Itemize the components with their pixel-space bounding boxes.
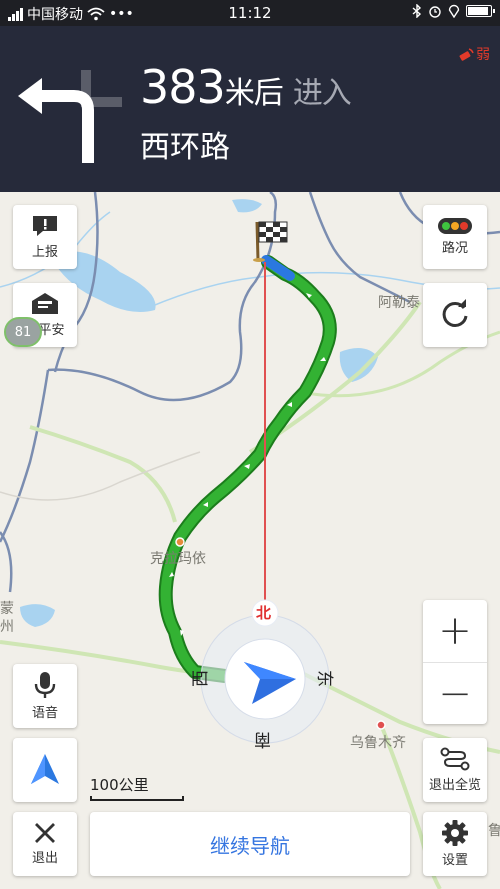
nearby-badge[interactable]: 81 (4, 317, 42, 347)
exit-label: 退出 (31, 851, 58, 866)
report-label: 上报 (31, 245, 58, 260)
gps-weak-indicator: 弱 (458, 44, 490, 64)
refresh-button[interactable] (423, 283, 487, 347)
compass-north: 北 (256, 604, 272, 622)
zoom-in-button[interactable]: + (423, 600, 487, 662)
map-label-edge-left: 蒙 (0, 601, 14, 617)
navigation-header: 383米后 进入 西环路 弱 (0, 26, 500, 192)
distance-unit: 米后 (224, 76, 284, 111)
turn-left-icon (18, 70, 122, 163)
status-right (412, 4, 495, 18)
voice-label: 语音 (31, 706, 58, 721)
battery-icon (466, 5, 495, 17)
compass-south: 南 (254, 729, 271, 749)
map-label-urumqi: 乌鲁木齐 (350, 735, 406, 751)
status-bar: 中国移动 ••• 11:12 (0, 0, 500, 26)
report-button[interactable]: 上报 (13, 205, 77, 269)
gear-icon (442, 820, 468, 846)
report-icon (33, 216, 57, 236)
exit-button[interactable]: 退出 (13, 812, 77, 876)
scale-label: 100公里 (90, 776, 149, 794)
traffic-label: 路况 (441, 241, 468, 256)
alarm-icon (429, 6, 441, 18)
action-text: 进入 (292, 76, 352, 111)
scale-bar (90, 796, 184, 801)
map-scale: 100公里 (90, 774, 184, 801)
traffic-light-icon (438, 218, 472, 234)
bluetooth-icon (412, 4, 422, 18)
traffic-button[interactable]: 路况 (423, 205, 487, 269)
location-icon (448, 4, 460, 18)
envelope-icon (32, 293, 58, 314)
map-label-karamay: 克拉玛依 (150, 551, 206, 567)
refresh-icon (442, 298, 468, 327)
continue-navigation-button[interactable]: 继续导航 (90, 812, 410, 876)
voice-button[interactable]: 语音 (13, 664, 77, 728)
distance-display: 383米后 进入 (140, 60, 352, 114)
map-label-edge-right: 鲁 (488, 823, 500, 839)
distance-value: 383 (140, 60, 226, 114)
exit-overview-label: 退出全览 (428, 778, 481, 793)
compass-west: 西 (191, 670, 211, 687)
road-name: 西环路 (140, 130, 230, 165)
settings-label: 设置 (441, 853, 468, 868)
zoom-out-button[interactable]: − (423, 662, 487, 724)
gps-weak-label: 弱 (476, 47, 490, 63)
microphone-icon (34, 672, 56, 698)
satellite-icon (459, 48, 474, 61)
settings-button[interactable]: 设置 (423, 812, 487, 876)
map-label-edge-left-2: 州 (0, 619, 14, 635)
zoom-control: + − (423, 600, 487, 724)
route-overview-icon (440, 747, 470, 771)
compass-east: 东 (314, 670, 334, 687)
exit-overview-button[interactable]: 退出全览 (423, 738, 487, 802)
map-label-altay: 阿勒泰 (378, 295, 420, 311)
close-icon (35, 823, 55, 843)
location-arrow-icon (31, 753, 59, 784)
locate-button[interactable] (13, 738, 77, 802)
